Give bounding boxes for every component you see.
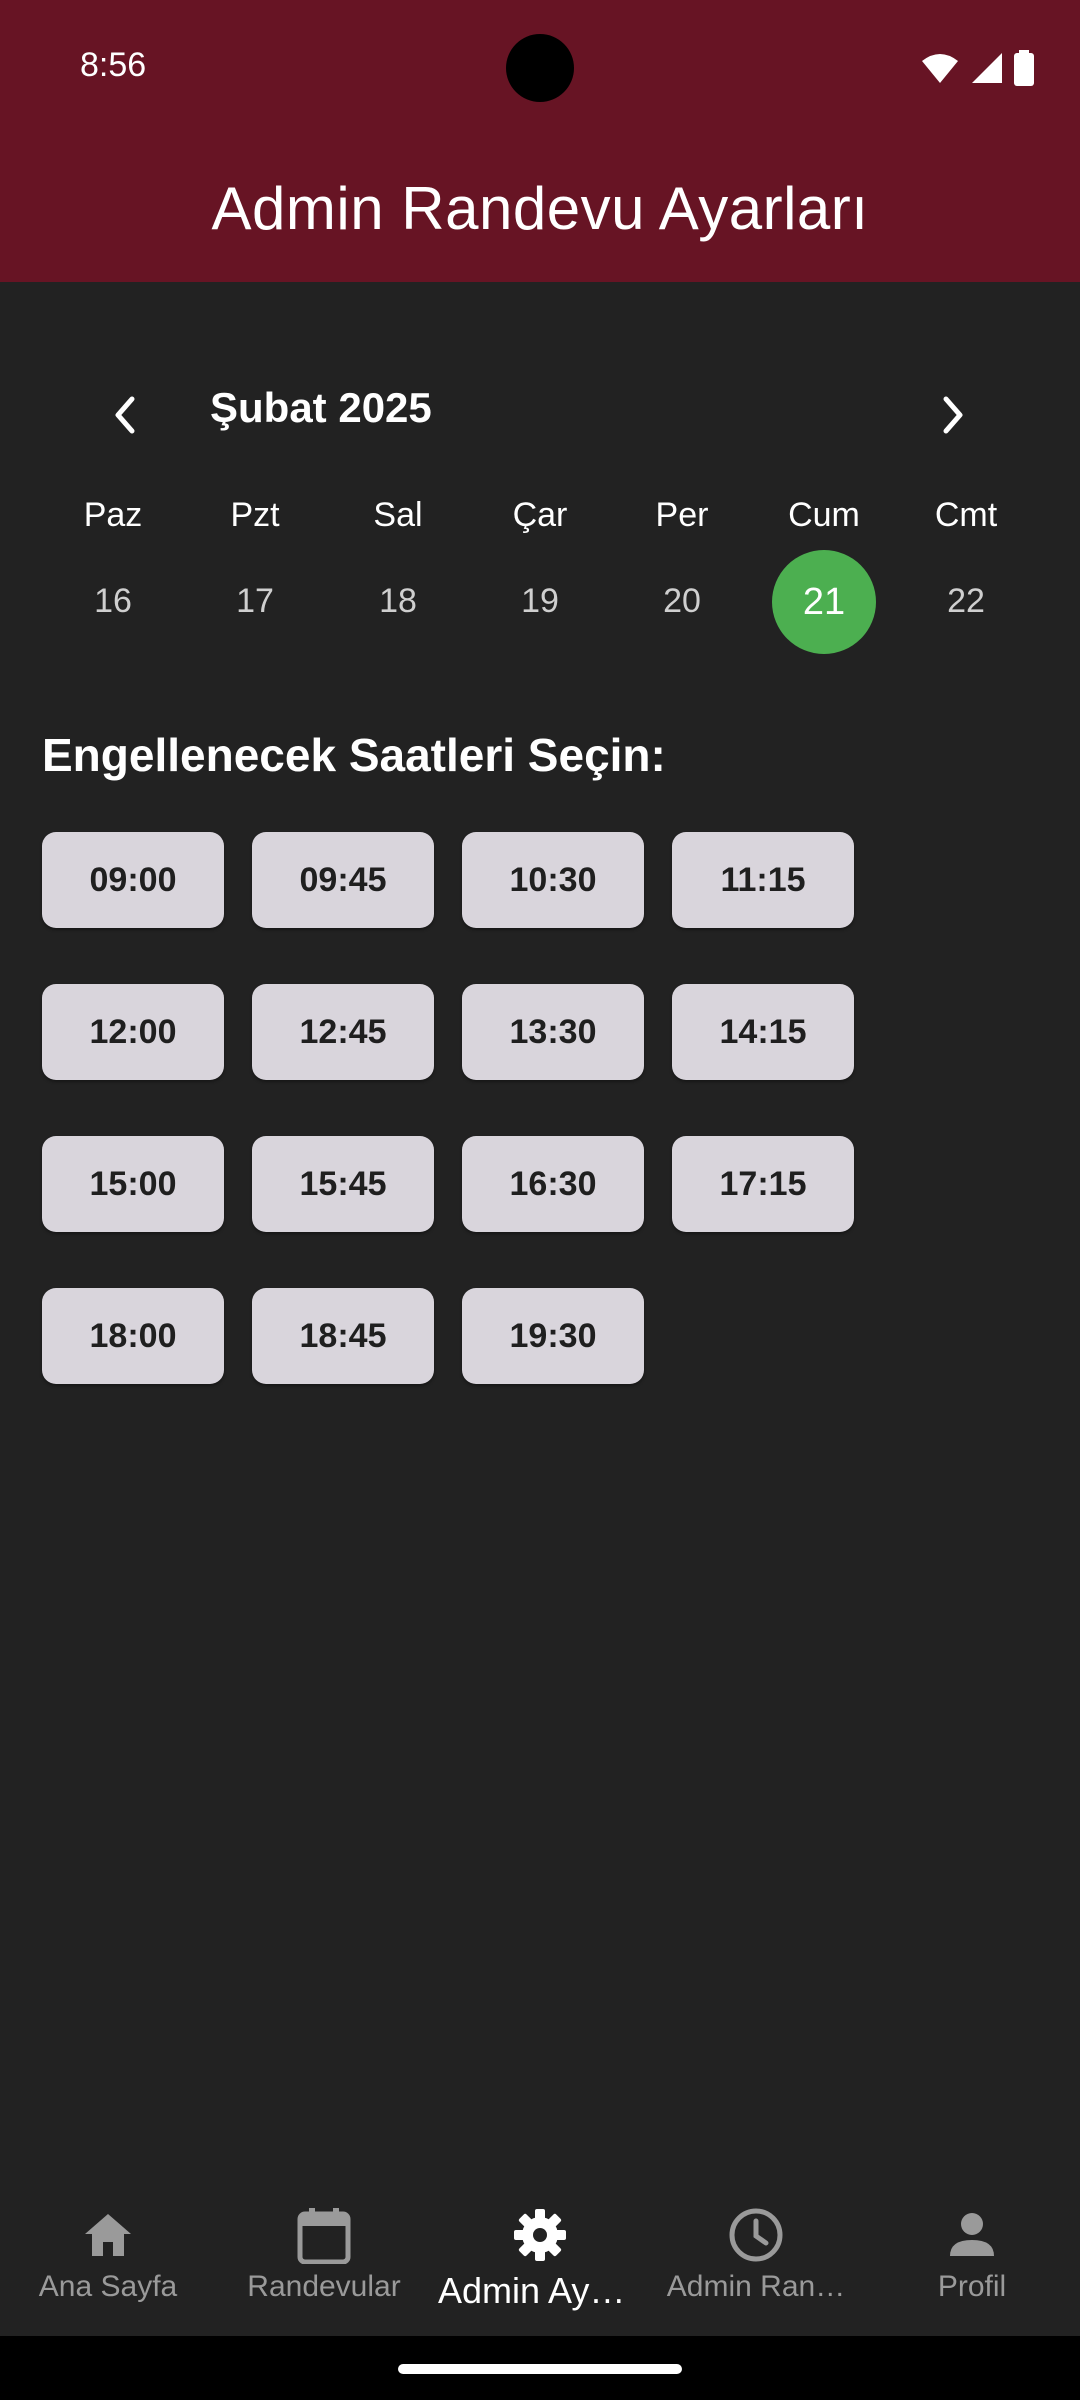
weekday-label: Sal [373,496,423,534]
selected-day-cell[interactable]: 21 [772,550,876,654]
weekday-label: Çar [512,496,568,534]
time-slot-button[interactable]: 15:45 [252,1136,434,1232]
app-bar: 8:56 Admin Randevu Ayarları [0,0,1080,282]
nav-label: Ana Sayfa [38,2270,178,2303]
day-cell[interactable]: 16 [42,582,184,621]
status-icons [920,50,1034,86]
nav-label: Profil [937,2270,1007,2303]
time-slot-button[interactable]: 13:30 [462,984,644,1080]
gear-icon [514,2209,566,2261]
nav-item-admin-appointments[interactable]: Admin Ran… [648,2200,864,2330]
battery-icon [1014,50,1034,86]
calendar-header: Şubat 2025 [0,360,1080,460]
weekday-label: Per [655,496,709,534]
signal-icon [972,53,1002,83]
day-cell[interactable]: 17 [184,582,326,621]
time-slot-button[interactable]: 18:45 [252,1288,434,1384]
weekday-label: Cmt [934,496,998,534]
page-title: Admin Randevu Ayarları [211,175,869,242]
time-slot-button[interactable]: 09:45 [252,832,434,928]
time-slot-button[interactable]: 17:15 [672,1136,854,1232]
time-slot-button[interactable]: 11:15 [672,832,854,928]
time-slot-button[interactable]: 18:00 [42,1288,224,1384]
calendar-icon [297,2208,351,2264]
bottom-navigation: Ana Sayfa Randevular Admin Aya… Admin Ra… [0,2180,1080,2336]
time-slot-button[interactable]: 15:00 [42,1136,224,1232]
time-slot-button[interactable]: 12:00 [42,984,224,1080]
nav-item-admin-settings[interactable]: Admin Aya… [432,2200,648,2330]
day-cell[interactable]: 20 [611,582,753,621]
chevron-left-icon [115,396,135,434]
weekday-label: Pzt [230,496,280,534]
gesture-bar[interactable] [398,2364,682,2374]
day-cell[interactable]: 22 [895,582,1037,621]
home-icon [85,2214,131,2256]
time-slot-button[interactable]: 14:15 [672,984,854,1080]
time-slot-button[interactable]: 16:30 [462,1136,644,1232]
time-slot-button[interactable]: 09:00 [42,832,224,928]
nav-label: Admin Aya… [438,2270,646,2311]
previous-month-button[interactable] [90,380,160,450]
time-slot-button[interactable]: 10:30 [462,832,644,928]
nav-label: Admin Ran… [666,2270,846,2303]
person-icon [950,2213,994,2256]
time-slot-button[interactable]: 12:45 [252,984,434,1080]
day-cell[interactable]: 18 [327,582,469,621]
month-title: Şubat 2025 [210,384,432,431]
chevron-right-icon [943,396,963,434]
wifi-icon [922,54,958,83]
section-title: Engellenecek Saatleri Seçin: [42,729,666,781]
clock-icon [729,2208,783,2262]
day-cell[interactable]: 19 [469,582,611,621]
camera-cutout [506,34,574,102]
weekday-label: Cum [788,496,860,534]
status-time: 8:56 [80,46,147,84]
time-slot-button[interactable]: 19:30 [462,1288,644,1384]
weekday-label: Paz [83,496,143,534]
nav-item-home[interactable]: Ana Sayfa [0,2200,216,2330]
nav-item-appointments[interactable]: Randevular [216,2200,432,2330]
next-month-button[interactable] [918,380,988,450]
nav-item-profile[interactable]: Profil [864,2200,1080,2330]
nav-label: Randevular [247,2270,401,2303]
